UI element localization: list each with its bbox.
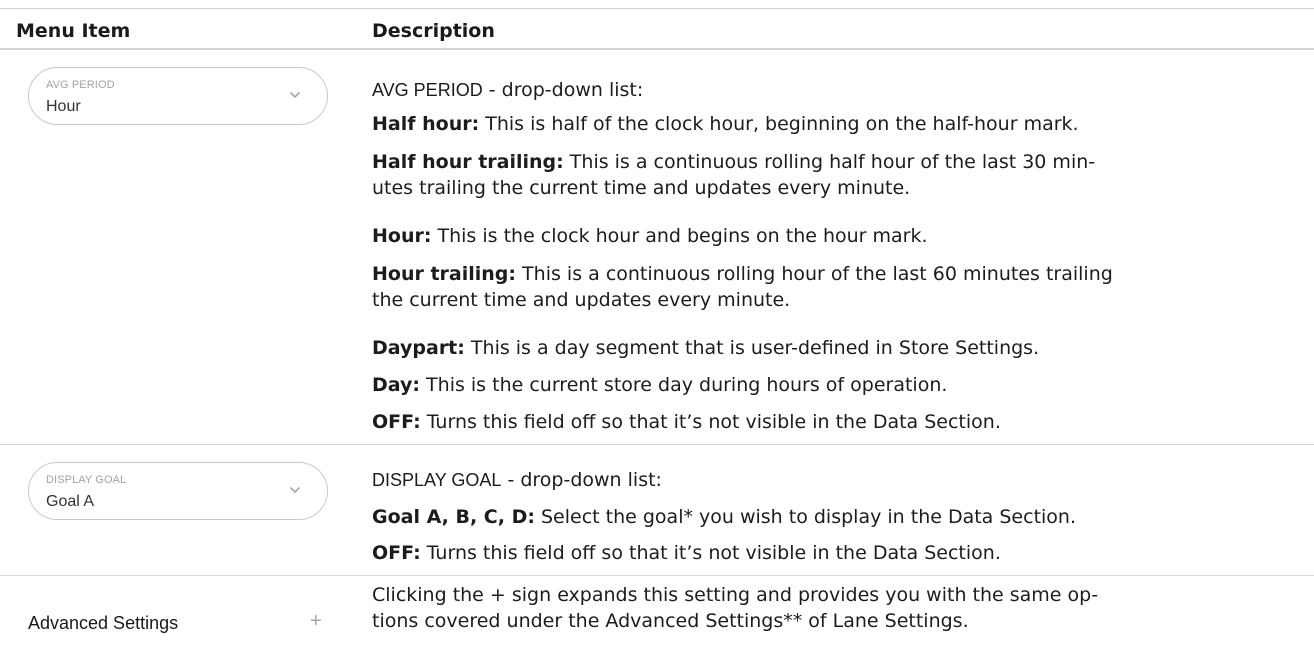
entry-goal: Goal A, B, C, D: Select the goal* you wi… [372,504,1302,530]
top-rule [0,8,1314,9]
dropdown-label: AVG PERIOD [46,79,115,91]
entry-off: OFF: Turns this field off so that it’s n… [372,409,1302,435]
display-goal-intro: DISPLAY GOAL - drop-down list: [372,467,1302,493]
entry-term: Half hour trailing: [372,151,564,173]
advanced-settings-label[interactable]: Advanced Settings [28,613,178,634]
row-rule [0,444,1314,445]
intro-name: DISPLAY GOAL [372,470,502,490]
desc-line: Clicking the + sign expands this setting… [372,584,1099,606]
avg-period-dropdown[interactable]: AVG PERIOD Hour [28,67,328,125]
entry-text: This is half of the clock hour, beginnin… [479,113,1079,135]
dropdown-value: Hour [46,98,81,115]
entry-off: OFF: Turns this field off so that it’s n… [372,540,1302,566]
entry-text: Turns this field off so that it’s not vi… [420,542,1001,564]
entry-term: Half hour: [372,113,480,135]
entry-text: Turns this field off so that it’s not vi… [420,411,1001,433]
avg-period-intro: AVG PERIOD - drop-down list: [372,77,1302,103]
chevron-down-icon [290,92,300,98]
entry-text: This is a continuous rolling half hour o… [563,151,1096,173]
entry-text: This is a day segment that is user-defin… [464,337,1040,359]
entry-half-hour: Half hour: This is half of the clock hou… [372,111,1302,137]
entry-text-cont: the current time and updates every minut… [372,289,791,311]
desc-line: tions covered under the Advanced Setting… [372,610,969,632]
display-goal-dropdown[interactable]: DISPLAY GOAL Goal A [28,462,328,520]
entry-day: Day: This is the current store day durin… [372,372,1302,398]
advanced-settings-description: Clicking the + sign expands this setting… [372,582,1302,634]
dropdown-label: DISPLAY GOAL [46,474,127,486]
entry-half-hour-trailing: Half hour trailing: This is a continuous… [372,149,1302,201]
plus-icon[interactable]: + [310,610,322,633]
header-rule [0,48,1314,50]
entry-term: Goal A, B, C, D: [372,506,535,528]
entry-text: This is a continuous rolling hour of the… [516,263,1113,285]
entry-term: OFF: [372,411,421,433]
chevron-down-icon [290,487,300,493]
entry-term: OFF: [372,542,421,564]
entry-text: Select the goal* you wish to display in … [534,506,1076,528]
entry-hour-trailing: Hour trailing: This is a continuous roll… [372,261,1302,313]
entry-text: This is the current store day during hou… [420,374,948,396]
entry-text: This is the clock hour and begins on the… [431,225,928,247]
entry-text-cont: utes trailing the current time and updat… [372,177,911,199]
dropdown-value: Goal A [46,493,95,510]
column-header-description: Description [372,20,495,42]
column-header-menu-item: Menu Item [16,20,131,42]
entry-hour: Hour: This is the clock hour and begins … [372,223,1302,249]
entry-term: Day: [372,374,420,396]
row-rule [0,575,1314,576]
entry-term: Hour: [372,225,432,247]
entry-daypart: Daypart: This is a day segment that is u… [372,335,1302,361]
entry-term: Hour trailing: [372,263,517,285]
intro-name: AVG PERIOD [372,80,483,100]
entry-term: Daypart: [372,337,465,359]
intro-rest: - drop-down list: [482,79,644,101]
intro-rest: - drop-down list: [501,469,662,491]
